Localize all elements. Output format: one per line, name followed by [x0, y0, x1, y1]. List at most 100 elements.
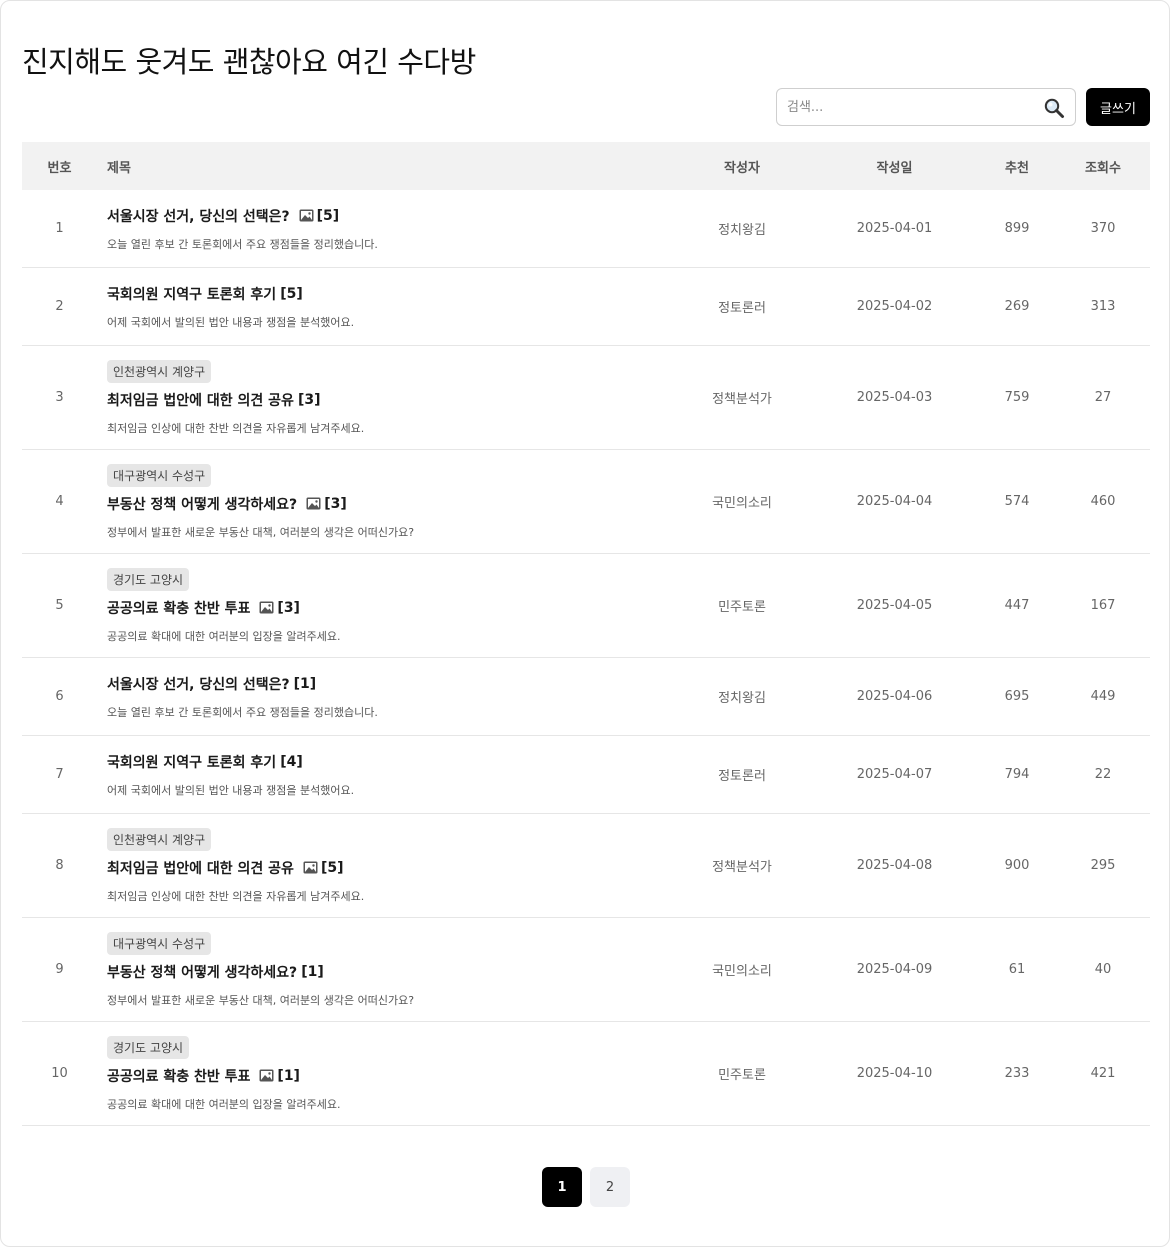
post-title-link[interactable]: 서울시장 선거, 당신의 선택은? [1]: [107, 674, 667, 694]
post-date: 2025-04-08: [856, 858, 933, 873]
page-button-2[interactable]: 2: [590, 1167, 630, 1207]
search-input[interactable]: [777, 90, 1032, 124]
post-likes: 794: [1004, 767, 1030, 782]
comment-count: [3]: [297, 391, 321, 408]
post-title: 최저임금 법안에 대한 의견 공유: [107, 392, 294, 409]
post-author[interactable]: 민주토론: [667, 596, 817, 615]
post-author[interactable]: 국민의소리: [667, 960, 817, 979]
post-title-link[interactable]: 최저임금 법안에 대한 의견 공유 [3]: [107, 390, 667, 410]
post-excerpt: 정부에서 발표한 새로운 부동산 대책, 여러분의 생각은 어떠신가요?: [107, 525, 415, 539]
post-date: 2025-04-06: [856, 689, 933, 704]
post-number: 9: [55, 962, 64, 977]
post-date: 2025-04-04: [856, 494, 933, 509]
search-box: [776, 88, 1076, 126]
post-excerpt: 공공의료 확대에 대한 여러분의 입장을 알려주세요.: [107, 1097, 341, 1111]
comment-count: [5]: [316, 207, 340, 224]
table-row[interactable]: 7 국회의원 지역구 토론회 후기 [4] 어제 국회에서 발의된 법안 내용과…: [22, 736, 1150, 814]
comment-count: [4]: [280, 753, 303, 770]
post-title: 공공의료 확충 찬반 투표: [107, 1068, 251, 1085]
header-title: 제목: [107, 160, 131, 176]
table-row[interactable]: 4 대구광역시 수성구 부동산 정책 어떻게 생각하세요? [3] 정부에서 발…: [22, 450, 1150, 554]
post-author[interactable]: 민주토론: [667, 1064, 817, 1083]
post-title-link[interactable]: 국회의원 지역구 토론회 후기 [4]: [107, 752, 667, 772]
region-tag[interactable]: 인천광역시 계양구: [107, 359, 212, 383]
post-title-cell: 인천광역시 계양구 최저임금 법안에 대한 의견 공유 [3] 최저임금 인상에…: [97, 359, 667, 436]
post-views: 295: [1090, 858, 1116, 873]
image-icon: [259, 601, 274, 614]
post-title-cell: 대구광역시 수성구 부동산 정책 어떻게 생각하세요? [1] 정부에서 발표한…: [97, 931, 667, 1008]
post-likes: 233: [1004, 1066, 1030, 1081]
table-row[interactable]: 1 서울시장 선거, 당신의 선택은? [5] 오늘 열린 후보 간 토론회에서…: [22, 190, 1150, 268]
table-row[interactable]: 3 인천광역시 계양구 최저임금 법안에 대한 의견 공유 [3] 최저임금 인…: [22, 346, 1150, 450]
region-tag[interactable]: 경기도 고양시: [107, 567, 190, 591]
post-title-link[interactable]: 부동산 정책 어떻게 생각하세요? [3]: [107, 494, 667, 514]
post-title-link[interactable]: 공공의료 확충 찬반 투표 [1]: [107, 1066, 667, 1086]
table-body: 1 서울시장 선거, 당신의 선택은? [5] 오늘 열린 후보 간 토론회에서…: [22, 190, 1150, 1126]
region-tag[interactable]: 경기도 고양시: [107, 1035, 190, 1059]
post-number: 2: [55, 299, 64, 314]
post-date: 2025-04-10: [856, 1066, 933, 1081]
post-title: 부동산 정책 어떻게 생각하세요?: [107, 964, 298, 981]
post-title: 공공의료 확충 찬반 투표: [107, 600, 251, 617]
header-likes: 추천: [1005, 160, 1029, 176]
post-excerpt: 오늘 열린 후보 간 토론회에서 주요 쟁점들을 정리했습니다.: [107, 705, 378, 719]
table-row[interactable]: 6 서울시장 선거, 당신의 선택은? [1] 오늘 열린 후보 간 토론회에서…: [22, 658, 1150, 736]
post-likes: 447: [1004, 598, 1030, 613]
post-views: 449: [1090, 689, 1116, 704]
post-author[interactable]: 정책분석가: [667, 856, 817, 875]
post-excerpt: 어제 국회에서 발의된 법안 내용과 쟁점을 분석했어요.: [107, 315, 355, 329]
table-row[interactable]: 10 경기도 고양시 공공의료 확충 찬반 투표 [1] 공공의료 확대에 대한…: [22, 1022, 1150, 1126]
post-excerpt: 어제 국회에서 발의된 법안 내용과 쟁점을 분석했어요.: [107, 783, 355, 797]
search-icon[interactable]: [1043, 97, 1065, 119]
post-title-cell: 서울시장 선거, 당신의 선택은? [5] 오늘 열린 후보 간 토론회에서 주…: [97, 206, 667, 252]
region-tag[interactable]: 인천광역시 계양구: [107, 827, 212, 851]
region-tag[interactable]: 대구광역시 수성구: [107, 931, 212, 955]
post-author[interactable]: 정치왕김: [667, 687, 817, 706]
table-row[interactable]: 8 인천광역시 계양구 최저임금 법안에 대한 의견 공유 [5] 최저임금 인…: [22, 814, 1150, 918]
table-header: 번호 제목 작성자 작성일 추천 조회수: [22, 142, 1150, 190]
post-title-cell: 국회의원 지역구 토론회 후기 [5] 어제 국회에서 발의된 법안 내용과 쟁…: [97, 284, 667, 330]
post-number: 5: [55, 598, 64, 613]
post-views: 370: [1090, 221, 1116, 236]
pagination: 12: [542, 1167, 630, 1207]
post-date: 2025-04-01: [856, 221, 933, 236]
post-title: 국회의원 지역구 토론회 후기: [107, 286, 277, 303]
post-author[interactable]: 국민의소리: [667, 492, 817, 511]
table-row[interactable]: 9 대구광역시 수성구 부동산 정책 어떻게 생각하세요? [1] 정부에서 발…: [22, 918, 1150, 1022]
table-row[interactable]: 5 경기도 고양시 공공의료 확충 찬반 투표 [3] 공공의료 확대에 대한 …: [22, 554, 1150, 658]
comment-count: [1]: [301, 963, 324, 980]
image-icon: [259, 1069, 274, 1082]
post-title-cell: 대구광역시 수성구 부동산 정책 어떻게 생각하세요? [3] 정부에서 발표한…: [97, 463, 667, 540]
region-tag[interactable]: 대구광역시 수성구: [107, 463, 212, 487]
post-likes: 269: [1004, 299, 1030, 314]
post-likes: 899: [1004, 221, 1030, 236]
post-excerpt: 오늘 열린 후보 간 토론회에서 주요 쟁점들을 정리했습니다.: [107, 237, 378, 251]
post-author[interactable]: 정책분석가: [667, 388, 817, 407]
post-author[interactable]: 정토론러: [667, 297, 817, 316]
post-likes: 759: [1004, 390, 1030, 405]
post-title-link[interactable]: 국회의원 지역구 토론회 후기 [5]: [107, 284, 667, 304]
header-no: 번호: [47, 160, 72, 176]
header-date: 작성일: [876, 160, 913, 176]
header-views: 조회수: [1085, 160, 1121, 176]
header-author: 작성자: [724, 160, 760, 176]
comment-count: [5]: [320, 859, 344, 876]
write-button[interactable]: 글쓰기: [1086, 88, 1150, 126]
post-title-link[interactable]: 공공의료 확충 찬반 투표 [3]: [107, 598, 667, 618]
post-views: 421: [1090, 1066, 1116, 1081]
post-views: 27: [1094, 390, 1112, 405]
post-likes: 61: [1008, 962, 1026, 977]
post-title-link[interactable]: 서울시장 선거, 당신의 선택은? [5]: [107, 206, 667, 226]
post-views: 313: [1090, 299, 1116, 314]
post-number: 1: [55, 221, 64, 236]
post-title-link[interactable]: 최저임금 법안에 대한 의견 공유 [5]: [107, 858, 667, 878]
post-excerpt: 최저임금 인상에 대한 찬반 의견을 자유롭게 남겨주세요.: [107, 421, 365, 435]
image-icon: [303, 861, 318, 874]
image-icon: [299, 209, 314, 222]
post-likes: 574: [1004, 494, 1030, 509]
post-author[interactable]: 정치왕김: [667, 219, 817, 238]
post-author[interactable]: 정토론러: [667, 765, 817, 784]
post-title-link[interactable]: 부동산 정책 어떻게 생각하세요? [1]: [107, 962, 667, 982]
table-row[interactable]: 2 국회의원 지역구 토론회 후기 [5] 어제 국회에서 발의된 법안 내용과…: [22, 268, 1150, 346]
page-button-1[interactable]: 1: [542, 1167, 582, 1207]
